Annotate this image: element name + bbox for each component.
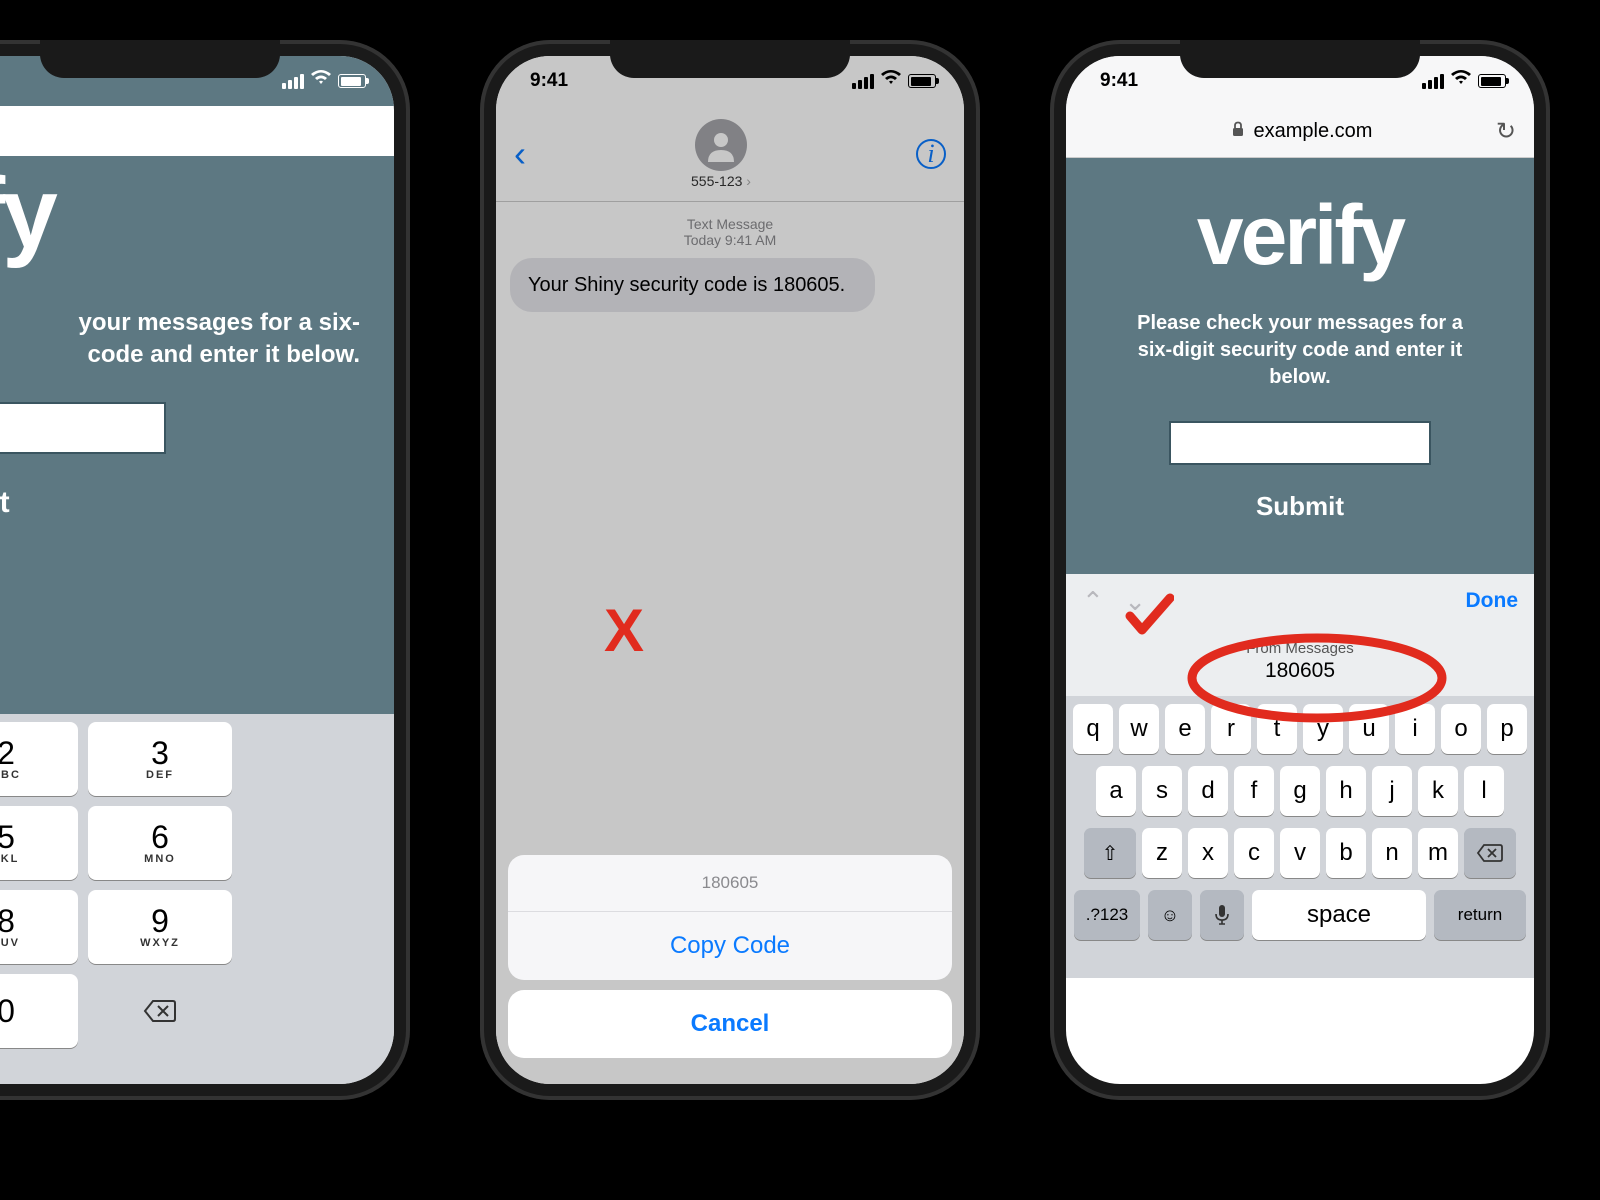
security-code-input[interactable] xyxy=(0,402,166,454)
battery-icon xyxy=(908,74,936,88)
lock-icon xyxy=(1231,120,1245,143)
messages-nav: ‹ 555-123 › i xyxy=(496,106,964,202)
back-button[interactable]: ‹ xyxy=(514,133,526,175)
mic-key[interactable] xyxy=(1200,890,1244,940)
key-w[interactable]: w xyxy=(1119,704,1159,754)
key-h[interactable]: h xyxy=(1326,766,1366,816)
annotation-check-mark xyxy=(1124,590,1174,645)
reload-button[interactable]: ↻ xyxy=(1496,117,1516,146)
emoji-key[interactable]: ☺ xyxy=(1148,890,1192,940)
security-code-input[interactable] xyxy=(1169,421,1431,465)
key-5[interactable]: 5JKL xyxy=(0,806,78,880)
battery-icon xyxy=(338,74,366,88)
safari-address-bar[interactable]: example.com ↻ xyxy=(1066,106,1534,158)
key-a[interactable]: a xyxy=(1096,766,1136,816)
return-key[interactable]: return xyxy=(1434,890,1526,940)
key-d[interactable]: d xyxy=(1188,766,1228,816)
cancel-button[interactable]: Cancel xyxy=(508,990,952,1058)
status-icons xyxy=(852,70,936,92)
numbers-key[interactable]: .?123 xyxy=(1074,890,1140,940)
space-key[interactable]: space xyxy=(1252,890,1426,940)
signal-icon xyxy=(852,74,874,89)
status-icons xyxy=(1422,70,1506,92)
key-f[interactable]: f xyxy=(1234,766,1274,816)
battery-icon xyxy=(1478,74,1506,88)
copy-code-button[interactable]: Copy Code xyxy=(508,912,952,980)
qwerty-keyboard: qwertyuiop asdfghjkl ⇧ zxcvbnm .?123 ☺ s… xyxy=(1066,696,1534,978)
phone-verify-autofill: 9:41 example.com ↻ verify Please check y… xyxy=(1050,40,1550,1100)
phone-messages: 9:41 ‹ 555-123 › i xyxy=(480,40,980,1100)
key-x[interactable]: x xyxy=(1188,828,1228,878)
key-s[interactable]: s xyxy=(1142,766,1182,816)
status-icons xyxy=(282,70,366,92)
key-v[interactable]: v xyxy=(1280,828,1320,878)
key-n[interactable]: n xyxy=(1372,828,1412,878)
status-time: 9:41 xyxy=(1100,70,1138,92)
key-p[interactable]: p xyxy=(1487,704,1527,754)
key-b[interactable]: b xyxy=(1326,828,1366,878)
key-q[interactable]: q xyxy=(1073,704,1113,754)
wifi-icon xyxy=(880,70,902,92)
key-0[interactable]: 0 xyxy=(0,974,78,1048)
shift-key[interactable]: ⇧ xyxy=(1084,828,1136,878)
key-c[interactable]: c xyxy=(1234,828,1274,878)
backspace-key[interactable] xyxy=(1464,828,1516,878)
numeric-keypad: 2ABC 3DEF 5JKL 6MNO 8TUV 9WXYZ 0 xyxy=(0,714,394,1084)
key-l[interactable]: l xyxy=(1464,766,1504,816)
status-time: 9:41 xyxy=(530,70,568,92)
annotation-x-mark: X xyxy=(604,596,644,665)
verify-heading: verify xyxy=(1066,187,1534,284)
submit-button[interactable]: Submit xyxy=(1256,491,1344,522)
avatar-icon xyxy=(695,119,747,171)
verify-heading: verify xyxy=(0,156,394,271)
prev-field-button[interactable]: ⌃ xyxy=(1082,586,1104,616)
key-2[interactable]: 2ABC xyxy=(0,722,78,796)
message-timestamp: Text MessageToday 9:41 AM xyxy=(496,216,964,248)
wifi-icon xyxy=(310,70,332,92)
sheet-code-label: 180605 xyxy=(508,855,952,912)
key-9[interactable]: 9WXYZ xyxy=(88,890,232,964)
submit-button[interactable]: Submit xyxy=(0,486,10,520)
key-m[interactable]: m xyxy=(1418,828,1458,878)
wifi-icon xyxy=(1450,70,1472,92)
verify-subtitle: Please check your messages for a six-dig… xyxy=(1066,310,1534,391)
key-z[interactable]: z xyxy=(1142,828,1182,878)
key-6[interactable]: 6MNO xyxy=(88,806,232,880)
action-sheet: 180605 Copy Code Cancel xyxy=(508,855,952,1068)
key-delete[interactable] xyxy=(88,974,232,1048)
key-k[interactable]: k xyxy=(1418,766,1458,816)
info-button[interactable]: i xyxy=(916,139,946,169)
phone-verify-cropped: verify your messages for a six- code and… xyxy=(0,40,410,1100)
signal-icon xyxy=(282,74,304,89)
contact-header[interactable]: 555-123 › xyxy=(691,119,751,189)
message-bubble[interactable]: Your Shiny security code is 180605. xyxy=(510,258,875,312)
keyboard-done-button[interactable]: Done xyxy=(1466,589,1519,613)
key-g[interactable]: g xyxy=(1280,766,1320,816)
annotation-highlight-circle xyxy=(1182,628,1452,733)
url-text: example.com xyxy=(1253,120,1372,143)
verify-subtitle: your messages for a six- code and enter … xyxy=(0,307,394,372)
signal-icon xyxy=(1422,74,1444,89)
key-8[interactable]: 8TUV xyxy=(0,890,78,964)
key-j[interactable]: j xyxy=(1372,766,1412,816)
key-3[interactable]: 3DEF xyxy=(88,722,232,796)
